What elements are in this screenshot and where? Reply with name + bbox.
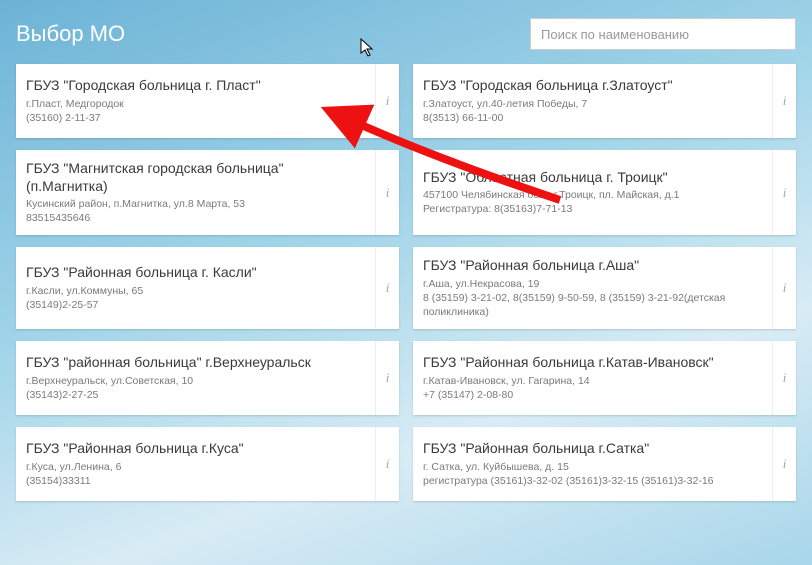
- org-phone: (35143)2-27-25: [26, 388, 367, 402]
- search-container[interactable]: [530, 18, 796, 50]
- org-title: ГБУЗ "Районная больница г.Катав-Ивановск…: [423, 354, 764, 372]
- org-card[interactable]: ГБУЗ "Районная больница г.Аша" г.Аша, ул…: [413, 247, 796, 329]
- org-phone: 8(3513) 66-11-00: [423, 111, 764, 125]
- org-title: ГБУЗ "Городская больница г.Златоуст": [423, 77, 764, 95]
- org-address: 457100 Челябинская обл., г.Троицк, пл. М…: [423, 188, 764, 202]
- info-icon[interactable]: i: [772, 341, 796, 415]
- org-address: г.Верхнеуральск, ул.Советская, 10: [26, 374, 367, 388]
- org-address: г.Аша, ул.Некрасова, 19: [423, 277, 764, 291]
- org-card[interactable]: ГБУЗ "Городская больница г.Златоуст" г.З…: [413, 64, 796, 138]
- org-title: ГБУЗ "Областная больница г. Троицк": [423, 169, 764, 187]
- info-icon[interactable]: i: [772, 247, 796, 329]
- info-icon[interactable]: i: [772, 427, 796, 501]
- org-phone: регистратура (35161)3-32-02 (35161)3-32-…: [423, 474, 764, 488]
- org-grid: ГБУЗ "Городская больница г. Пласт" г.Пла…: [0, 64, 812, 517]
- info-icon[interactable]: i: [375, 247, 399, 329]
- org-card[interactable]: ГБУЗ "районная больница" г.Верхнеуральск…: [16, 341, 399, 415]
- org-title: ГБУЗ "Магнитская городская больница" (п.…: [26, 160, 367, 195]
- org-card[interactable]: ГБУЗ "Городская больница г. Пласт" г.Пла…: [16, 64, 399, 138]
- org-address: г.Златоуст, ул.40-летия Победы, 7: [423, 97, 764, 111]
- org-phone: 83515435646: [26, 211, 367, 225]
- org-phone: (35160) 2-11-37: [26, 111, 367, 125]
- org-card[interactable]: ГБУЗ "Районная больница г.Сатка" г. Сатк…: [413, 427, 796, 501]
- search-input[interactable]: [541, 27, 785, 42]
- info-icon[interactable]: i: [375, 64, 399, 138]
- info-icon[interactable]: i: [375, 341, 399, 415]
- org-card[interactable]: ГБУЗ "Районная больница г. Касли" г.Касл…: [16, 247, 399, 329]
- org-title: ГБУЗ "Районная больница г.Сатка": [423, 440, 764, 458]
- org-phone: (35154)33311: [26, 474, 367, 488]
- info-icon[interactable]: i: [375, 150, 399, 235]
- info-icon[interactable]: i: [375, 427, 399, 501]
- info-icon[interactable]: i: [772, 150, 796, 235]
- page-title: Выбор МО: [16, 21, 125, 47]
- org-address: г. Сатка, ул. Куйбышева, д. 15: [423, 460, 764, 474]
- org-address: г.Куса, ул.Ленина, 6: [26, 460, 367, 474]
- org-title: ГБУЗ "Районная больница г. Касли": [26, 264, 367, 282]
- org-title: ГБУЗ "Городская больница г. Пласт": [26, 77, 367, 95]
- org-phone: (35149)2-25-57: [26, 298, 367, 312]
- info-icon[interactable]: i: [772, 64, 796, 138]
- org-title: ГБУЗ "Районная больница г.Аша": [423, 257, 764, 275]
- org-title: ГБУЗ "Районная больница г.Куса": [26, 440, 367, 458]
- org-card[interactable]: ГБУЗ "Магнитская городская больница" (п.…: [16, 150, 399, 235]
- org-address: г.Пласт, Медгородок: [26, 97, 367, 111]
- org-address: г.Касли, ул.Коммуны, 65: [26, 284, 367, 298]
- org-address: г.Катав-Ивановск, ул. Гагарина, 14: [423, 374, 764, 388]
- org-card[interactable]: ГБУЗ "Районная больница г.Катав-Ивановск…: [413, 341, 796, 415]
- org-card[interactable]: ГБУЗ "Областная больница г. Троицк" 4571…: [413, 150, 796, 235]
- org-phone: +7 (35147) 2-08-80: [423, 388, 764, 402]
- org-address: Кусинский район, п.Магнитка, ул.8 Марта,…: [26, 197, 367, 211]
- org-phone: Регистратура: 8(35163)7-71-13: [423, 202, 764, 216]
- org-phone: 8 (35159) 3-21-02, 8(35159) 9-50-59, 8 (…: [423, 291, 764, 319]
- org-card[interactable]: ГБУЗ "Районная больница г.Куса" г.Куса, …: [16, 427, 399, 501]
- org-title: ГБУЗ "районная больница" г.Верхнеуральск: [26, 354, 367, 372]
